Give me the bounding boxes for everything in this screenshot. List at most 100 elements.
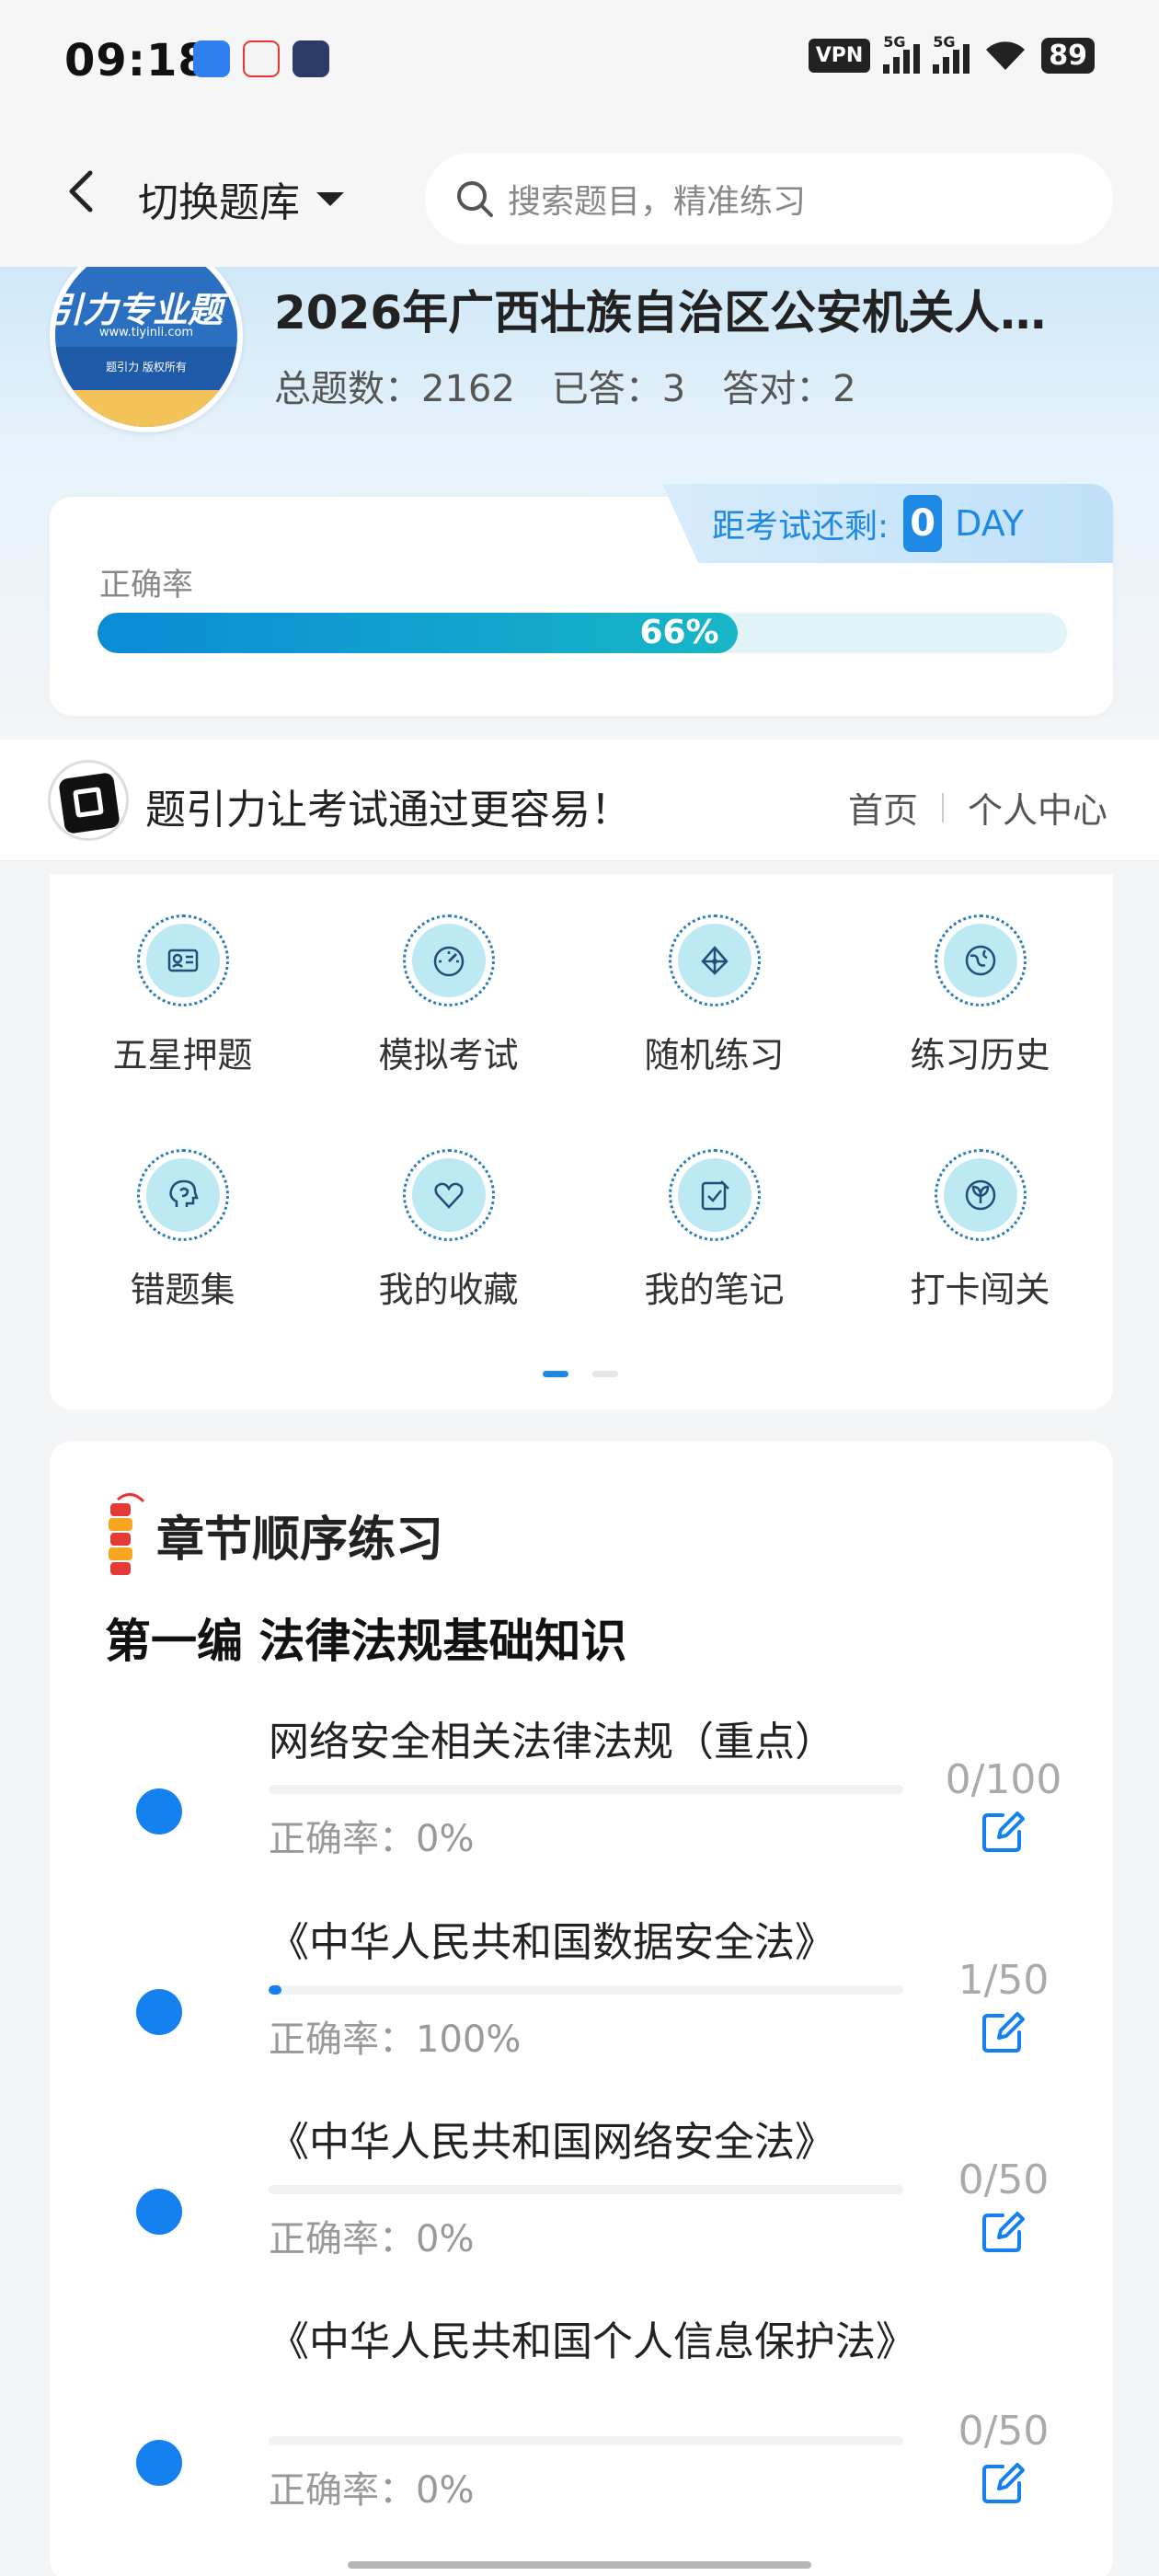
brand-logo [48, 760, 129, 841]
link-divider [941, 792, 944, 822]
countdown-label: 距考试还剩: [712, 508, 889, 546]
menu-label: 我的笔记 [644, 1270, 785, 1310]
menu-label: 错题集 [130, 1270, 235, 1310]
menu-label: 模拟考试 [378, 1035, 519, 1075]
menu-item[interactable]: 错题集 [50, 1149, 316, 1312]
caret-down-icon [316, 191, 344, 206]
chapter-accuracy: 正确率：0% [269, 2218, 475, 2260]
app-notification-icon [243, 40, 280, 77]
menu-icon-ring [934, 914, 1027, 1006]
slogan: 题引力让考试通过更容易！ [145, 787, 631, 834]
accuracy-card: 距考试还剩: 0 DAY 正确率 66% [50, 484, 1113, 716]
chapter-header: 章节顺序练习 [103, 1489, 443, 1581]
profile-link[interactable]: 个人中心 [968, 782, 1107, 833]
chapter-accuracy: 正确率：0% [269, 2469, 475, 2512]
network-type: 5G [933, 33, 956, 51]
accuracy-label: 正确率 [99, 567, 193, 604]
heart-icon [433, 1182, 464, 1209]
chapter-bullet [136, 2189, 182, 2235]
chapter-accuracy: 正确率：0% [269, 1818, 475, 1860]
menu-icon-ring [934, 1149, 1027, 1241]
network-type: 5G [883, 33, 906, 51]
status-bar: 09:18 VPN 5G 5G 89 [0, 0, 1159, 129]
menu-label: 我的收藏 [378, 1270, 519, 1310]
banner-links: 首页 个人中心 [848, 782, 1107, 833]
chapter-title: 《中华人民共和国网络安全法》 [269, 2119, 835, 2166]
menu-item[interactable]: 我的笔记 [581, 1149, 847, 1312]
chapter-title: 《中华人民共和国个人信息保护法》 [269, 2318, 916, 2365]
countdown-unit: DAY [955, 503, 1024, 544]
back-arrow-icon[interactable] [55, 164, 110, 219]
exam-countdown: 距考试还剩: 0 DAY [662, 484, 1113, 563]
wifi-icon [986, 41, 1026, 70]
app-notification-icon [193, 40, 230, 77]
feature-menu: 五星押题 模拟考试 随机练习 练习历史错题集 我的收藏 我的笔记 打卡闯关 [50, 874, 1113, 1409]
signal-icon: 5G [933, 33, 970, 74]
home-indicator[interactable] [348, 2561, 811, 2569]
home-link[interactable]: 首页 [848, 782, 918, 833]
search-input[interactable]: 搜索题目，精准练习 [425, 153, 1113, 245]
app-notification-icon [293, 40, 329, 77]
chapter-count: 0/50 [958, 2156, 1050, 2203]
system-indicators: VPN 5G 5G 89 [808, 33, 1095, 74]
battery-indicator: 89 [1041, 37, 1095, 74]
menu-item[interactable]: 五星押题 [50, 914, 316, 1077]
menu-item[interactable]: 练习历史 [847, 914, 1113, 1077]
chapter-bullet [136, 2440, 182, 2486]
chapter-progress-bar [269, 2185, 903, 2194]
chapter-bullet [136, 1989, 182, 2035]
chapter-count: 0/50 [958, 2408, 1050, 2455]
edit-icon[interactable] [979, 2208, 1027, 2256]
firecracker-icon [109, 1493, 145, 1575]
head-icon [168, 1179, 199, 1207]
logo-url: www.tiyinli.com [98, 326, 194, 339]
page-dot-active[interactable] [543, 1371, 568, 1377]
menu-icon-ring [136, 1149, 229, 1241]
chapter-count: 1/50 [958, 1957, 1050, 2004]
menu-icon-ring [402, 1149, 495, 1241]
switch-bank-dropdown[interactable]: 切换题库 [138, 169, 344, 228]
vpn-badge: VPN [808, 38, 871, 73]
bank-hero: 引力专业题 www.tiyinli.com 题引力 版权所有 2026年广西壮族… [0, 267, 1159, 745]
note-check-icon [701, 1180, 729, 1211]
edit-icon[interactable] [979, 2008, 1027, 2056]
network-icon [700, 946, 729, 975]
signal-icon: 5G [883, 33, 921, 74]
search-placeholder: 搜索题目，精准练习 [508, 183, 807, 221]
accuracy-progress-bar: 66% [98, 613, 1067, 653]
accuracy-percent: 66% [639, 614, 719, 651]
chapter-progress-bar [269, 1785, 903, 1794]
leaf-icon [965, 1179, 995, 1211]
id-card-icon [167, 949, 198, 972]
accuracy-progress-fill: 66% [98, 613, 738, 653]
page-dot[interactable] [592, 1371, 618, 1377]
page-indicator [543, 1371, 618, 1377]
feature-grid: 五星押题 模拟考试 随机练习 练习历史错题集 我的收藏 我的笔记 打卡闯关 [50, 914, 1113, 1312]
logo-text: 引力专业题 [50, 290, 224, 330]
bank-title[interactable]: 2026年广西壮族自治区公安机关人… [274, 276, 1046, 342]
bank-stats: 总题数：2162 已答：3 答对：2 [274, 359, 856, 412]
speedometer-icon [433, 946, 464, 977]
chapter-progress-bar [269, 2436, 903, 2445]
menu-item[interactable]: 随机练习 [581, 914, 847, 1077]
globe-icon [965, 945, 995, 976]
menu-label: 五星押题 [112, 1035, 253, 1075]
menu-item[interactable]: 打卡闯关 [847, 1149, 1113, 1312]
menu-icon-ring [668, 914, 761, 1006]
edit-icon[interactable] [979, 1808, 1027, 1856]
menu-icon-ring [668, 1149, 761, 1241]
menu-icon-ring [136, 914, 229, 1006]
chapter-title: 《中华人民共和国数据安全法》 [269, 1919, 835, 1966]
menu-item[interactable]: 我的收藏 [316, 1149, 581, 1312]
chapter-bullet [136, 1788, 182, 1834]
total-count: 总题数：2162 [274, 368, 515, 410]
edit-icon[interactable] [979, 2459, 1027, 2507]
search-icon [457, 181, 493, 217]
top-nav: 切换题库 搜索题目，精准练习 [0, 129, 1159, 267]
chapter-count: 0/100 [945, 1756, 1062, 1803]
menu-item[interactable]: 模拟考试 [316, 914, 581, 1077]
brand-banner: 题引力让考试通过更容易！ 首页 个人中心 [0, 740, 1159, 861]
menu-label: 随机练习 [644, 1035, 785, 1075]
chapter-accuracy: 正确率：100% [269, 2018, 522, 2061]
countdown-days: 0 [903, 495, 943, 552]
